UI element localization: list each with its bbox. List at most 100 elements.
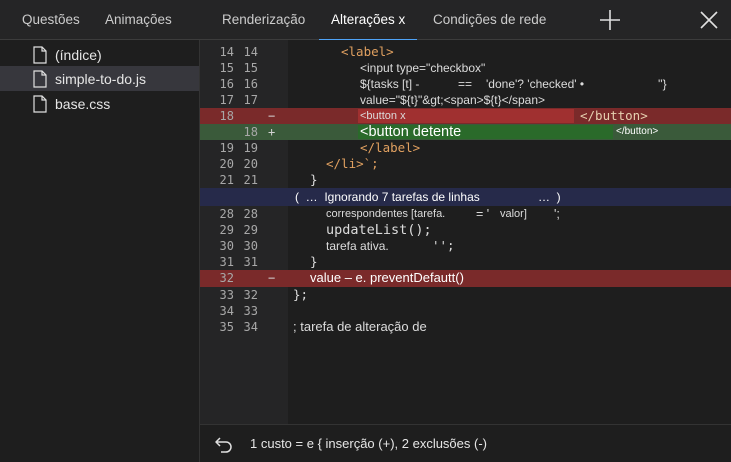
code-text: correspondentes [tarefa. xyxy=(326,208,446,220)
diff-line: 33 32 }; xyxy=(200,287,731,303)
code-text: = ' xyxy=(476,207,490,221)
old-line-number: 32 xyxy=(219,271,234,285)
changes-footer: 1 custo = e { inserção (+), 2 exclusões … xyxy=(200,424,731,462)
new-line-number: 18 xyxy=(243,125,258,139)
old-line-number: 33 xyxy=(219,288,234,302)
file-icon xyxy=(33,45,47,64)
new-line-number: 16 xyxy=(243,77,258,91)
diff-line: 30 30 tarefa ativa. ''; xyxy=(200,238,731,254)
new-line-number: 34 xyxy=(243,320,258,334)
old-line-number: 28 xyxy=(219,207,234,221)
code-text: '; xyxy=(554,207,560,221)
code-text: ${tasks [t] - xyxy=(360,77,420,91)
addition-marker: + xyxy=(268,125,276,139)
code-text: <button detente xyxy=(360,124,462,140)
new-line-number: 28 xyxy=(243,207,258,221)
diff-line: 15 15 <input type="checkbox" xyxy=(200,60,731,76)
diff-line: 19 19 </label> xyxy=(200,140,731,156)
old-line-number: 18 xyxy=(219,109,234,123)
diff-line: 31 31 } xyxy=(200,254,731,270)
code-text: } xyxy=(310,172,318,187)
code-text: ''} xyxy=(658,77,667,91)
code-text: </li>`; xyxy=(326,156,379,171)
code-text: ; tarefa de alteração de xyxy=(293,319,427,334)
diff-line: 16 16 ${tasks [t] - == 'done'? 'checked'… xyxy=(200,76,731,92)
old-line-number: 29 xyxy=(219,223,234,237)
code-text: tarefa ativa. xyxy=(326,239,389,253)
deletion-marker: − xyxy=(268,271,276,285)
tab-bar: Questões Animações Renderização Alteraçõ… xyxy=(0,0,731,41)
new-line-number: 31 xyxy=(243,255,258,269)
diff-line: 28 28 correspondentes [tarefa. = ' valor… xyxy=(200,206,731,222)
file-item-simple-to-do[interactable]: simple-to-do.js xyxy=(0,66,199,91)
new-line-number: 17 xyxy=(243,93,258,107)
diff-line: 34 33 xyxy=(200,303,731,319)
code-text: <button x xyxy=(360,110,406,122)
diff-line: 17 17 value="${t}"&gt;<span>${t}</span> xyxy=(200,92,731,108)
tab-renderizacao[interactable]: Renderização xyxy=(222,0,305,40)
code-text: }; xyxy=(293,287,309,302)
diff-line: 29 29 updateList(); xyxy=(200,222,731,238)
old-line-number: 35 xyxy=(219,320,234,334)
file-name: (índice) xyxy=(55,46,102,63)
diff-line: 35 34 ; tarefa de alteração de xyxy=(200,319,731,335)
old-line-number: 14 xyxy=(219,45,234,59)
old-line-number: 21 xyxy=(219,173,234,187)
file-name: simple-to-do.js xyxy=(55,70,147,87)
tab-animacoes[interactable]: Animações xyxy=(105,0,172,40)
code-text: value="${t}"&gt;<span>${t}</span> xyxy=(360,93,546,107)
new-line-number: 15 xyxy=(243,61,258,75)
code-text: 'done'? 'checked' • xyxy=(486,77,585,91)
old-line-number: 15 xyxy=(219,61,234,75)
file-name: base.css xyxy=(55,95,111,112)
old-line-number: 30 xyxy=(219,239,234,253)
diff-line: 20 20 </li>`; xyxy=(200,156,731,172)
file-item-indice[interactable]: (índice) xyxy=(0,42,199,67)
add-tab-button[interactable] xyxy=(596,6,624,34)
new-line-number: 19 xyxy=(243,141,258,155)
new-line-number: 21 xyxy=(243,173,258,187)
file-icon xyxy=(33,69,47,88)
code-text: </label> xyxy=(360,140,421,155)
skipped-lines-end: … ) xyxy=(538,190,561,204)
file-item-base-css[interactable]: base.css xyxy=(0,91,199,116)
diff-line: 21 21 } xyxy=(200,172,731,188)
changes-summary: 1 custo = e { inserção (+), 2 exclusões … xyxy=(250,436,487,451)
code-text: valor] xyxy=(500,208,527,220)
new-line-number: 20 xyxy=(243,157,258,171)
tab-questoes[interactable]: Questões xyxy=(22,0,80,40)
diff-line-added: 18 + <button detente </button> xyxy=(200,124,731,140)
new-line-number: 30 xyxy=(243,239,258,253)
new-line-number: 32 xyxy=(243,288,258,302)
diff-line-deleted: 18 − <button x </button> xyxy=(200,108,731,124)
tab-alteracoes[interactable]: Alterações x xyxy=(318,0,418,41)
old-line-number: 16 xyxy=(219,77,234,91)
skipped-lines-text: ( … Ignorando 7 tarefas de linhas xyxy=(295,190,480,204)
new-line-number: 14 xyxy=(243,45,258,59)
code-text: == xyxy=(458,77,473,91)
code-text: ''; xyxy=(432,238,455,253)
diff-line-deleted: 32 − value – e. preventDefautt() xyxy=(200,270,731,287)
code-text: } xyxy=(310,254,318,269)
file-list: (índice) simple-to-do.js base.css xyxy=(0,40,200,462)
code-text: <input type="checkbox" xyxy=(360,61,486,75)
old-line-number: 17 xyxy=(219,93,234,107)
skipped-lines-bar[interactable]: ( … Ignorando 7 tarefas de linhas … ) xyxy=(200,188,731,206)
old-line-number: 19 xyxy=(219,141,234,155)
diff-editor: 14 14 <label> 15 15 <input type="checkbo… xyxy=(200,40,731,424)
old-line-number: 20 xyxy=(219,157,234,171)
old-line-number: 31 xyxy=(219,255,234,269)
code-text: </button> xyxy=(580,108,648,123)
old-line-number: 34 xyxy=(219,304,234,318)
code-text: value – e. preventDefautt() xyxy=(310,270,464,285)
tab-condicoes-de-rede[interactable]: Condições de rede xyxy=(433,0,546,40)
code-text: <label> xyxy=(341,44,394,59)
new-line-number: 29 xyxy=(243,223,258,237)
new-line-number: 33 xyxy=(243,304,258,318)
close-icon xyxy=(700,11,718,29)
file-icon xyxy=(33,94,47,113)
code-text: </button> xyxy=(616,126,659,137)
plus-icon xyxy=(600,10,620,30)
close-panel-button[interactable] xyxy=(695,6,723,34)
undo-icon[interactable] xyxy=(214,434,234,454)
